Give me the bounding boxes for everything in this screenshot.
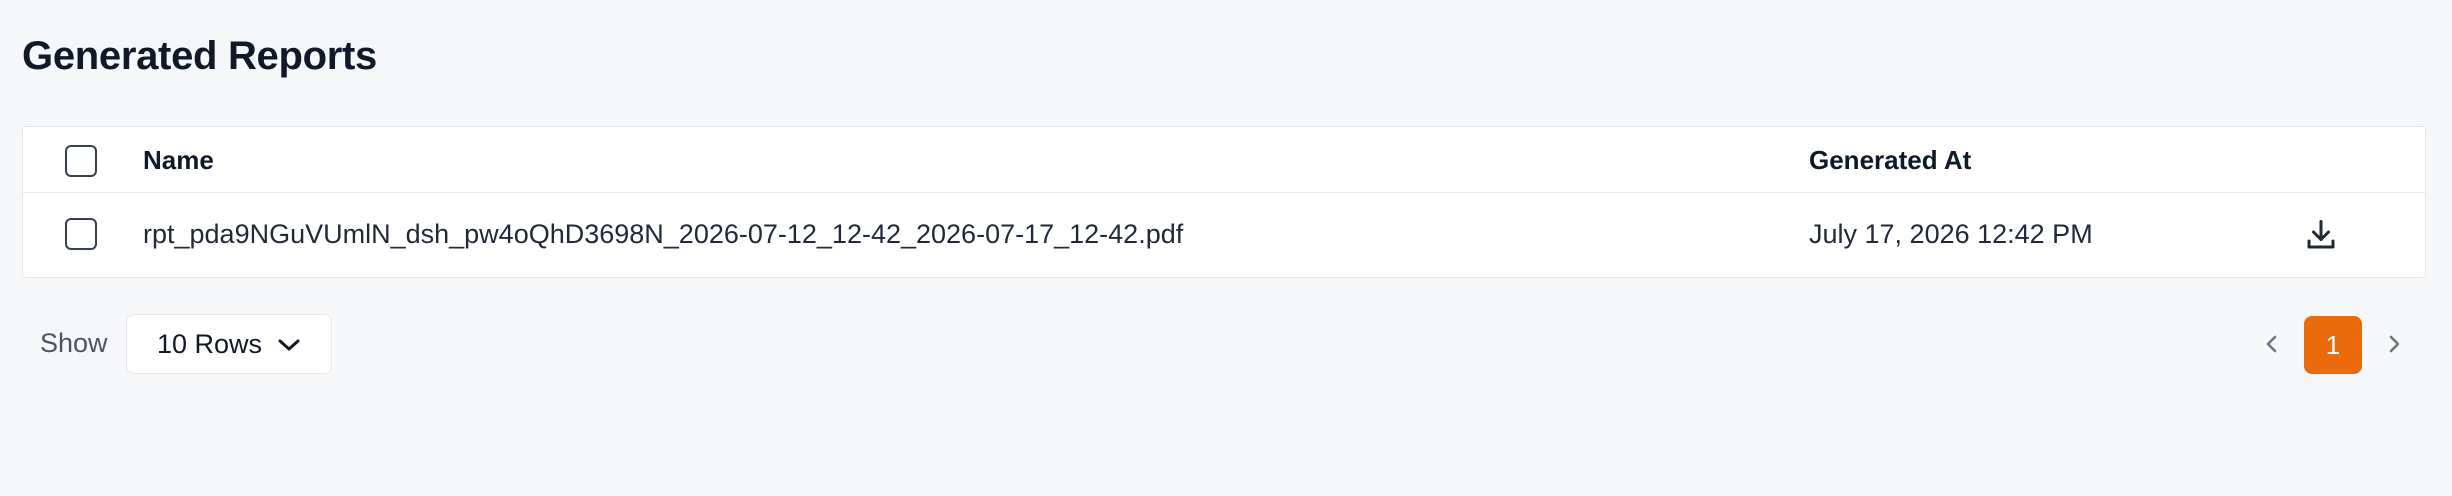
column-header-name[interactable]: Name (143, 145, 214, 176)
pagination-prev-button[interactable] (2260, 328, 2284, 360)
rows-per-page-select[interactable]: 10 Rows (126, 314, 332, 374)
show-label: Show (40, 328, 108, 358)
rows-per-page-value: 10 Rows (157, 328, 263, 359)
chevron-down-icon (278, 339, 300, 351)
chevron-left-icon (2266, 335, 2277, 353)
report-file-name: rpt_pda9NGuVUmlN_dsh_pw4oQhD3698N_2026-0… (143, 219, 1184, 249)
row-checkbox[interactable] (65, 218, 97, 250)
report-generated-at: July 17, 2026 12:42 PM (1809, 219, 2093, 249)
reports-table: Name Generated At rpt_pda9NGuVUmlN_dsh_p… (22, 126, 2426, 278)
chevron-right-icon (2389, 335, 2400, 353)
table-header-row: Name Generated At (23, 127, 2425, 193)
download-button[interactable] (2299, 213, 2343, 257)
page-title: Generated Reports (22, 34, 377, 78)
pagination-next-button[interactable] (2382, 328, 2406, 360)
download-icon (2307, 220, 2335, 249)
select-all-checkbox[interactable] (65, 145, 97, 177)
pagination-page-button[interactable]: 1 (2304, 316, 2362, 374)
reports-page: Generated Reports Name Generated At rpt_… (0, 0, 2452, 496)
table-row: rpt_pda9NGuVUmlN_dsh_pw4oQhD3698N_2026-0… (23, 193, 2425, 277)
column-header-generated-at[interactable]: Generated At (1809, 145, 1971, 176)
